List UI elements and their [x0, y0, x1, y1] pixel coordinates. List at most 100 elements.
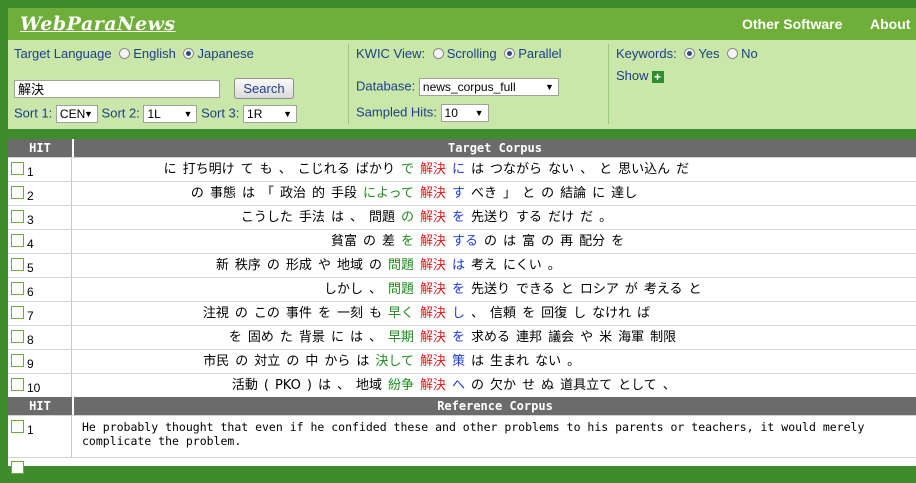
sort1-select[interactable]: CEN ▼	[55, 105, 98, 123]
keyword: 解決	[420, 282, 447, 297]
keyword: 解決	[420, 354, 447, 369]
context-word: 思い込ん	[618, 162, 671, 177]
context-word: から	[324, 354, 351, 369]
hit-checkbox[interactable]	[11, 162, 24, 175]
context-word: ぬ	[541, 378, 555, 393]
nav-about[interactable]: About	[870, 16, 910, 32]
hit-cell: 7	[8, 302, 72, 326]
sort3-value: 1R	[247, 107, 263, 121]
sort1-value: CEN	[59, 107, 86, 121]
context-word: 、	[368, 282, 382, 297]
context-word: 道具立て	[560, 378, 613, 393]
database-select[interactable]: news_corpus_full ▼	[418, 78, 559, 96]
hit-checkbox[interactable]	[11, 330, 24, 343]
radio-keywords-no[interactable]	[727, 48, 739, 59]
keyword-controls: Keywords: Yes No Show +	[610, 40, 916, 129]
keywords-row: Keywords: Yes No	[616, 46, 758, 61]
nav-other-software[interactable]: Other Software	[742, 16, 842, 32]
context-word: できる	[516, 282, 555, 297]
context-word: 市民	[203, 354, 230, 369]
hit-checkbox[interactable]	[11, 461, 24, 474]
hit-checkbox[interactable]	[11, 420, 24, 433]
target-language-row: Target Language English Japanese	[14, 46, 254, 61]
hit-checkbox[interactable]	[11, 354, 24, 367]
context-word: を	[452, 282, 466, 297]
context-word: 的	[312, 186, 326, 201]
sampled-hits-select[interactable]: 10 ▼	[440, 104, 489, 122]
context-word: こうした	[240, 210, 293, 225]
hit-number: 2	[27, 189, 34, 203]
keyword-and-right-context: 解決を先送り する だけだ。	[417, 208, 615, 228]
logo-link[interactable]: WebParaNews	[20, 13, 176, 35]
left-context: 貧富の差を	[74, 232, 417, 252]
keyword: 解決	[420, 258, 447, 273]
hit-checkbox[interactable]	[11, 258, 24, 271]
context-word: 、	[368, 330, 382, 345]
context-word: が	[624, 282, 638, 297]
context-word: 固め	[247, 330, 274, 345]
context-word: は	[241, 186, 255, 201]
search-controls: Target Language English Japanese 解決 Sear…	[8, 40, 348, 129]
context-word: の	[368, 258, 382, 273]
context-word: なけれ	[592, 306, 632, 321]
keyword-and-right-context: 解決 するのは富の再配分を	[417, 232, 627, 252]
context-word: 対立	[254, 354, 281, 369]
context-word: ロシア	[579, 282, 619, 297]
radio-parallel[interactable]	[504, 48, 516, 59]
context-word: と	[560, 282, 574, 297]
context-word: の	[235, 354, 249, 369]
left-context: に打ち明けても、こじれる ばかりで	[74, 160, 417, 180]
hit-checkbox[interactable]	[11, 210, 24, 223]
context-word: にくい	[503, 258, 542, 273]
hit-checkbox[interactable]	[11, 378, 24, 391]
database-row: Database: news_corpus_full ▼	[356, 78, 559, 96]
chevron-down-icon: ▼	[183, 109, 193, 119]
hit-checkbox[interactable]	[11, 306, 24, 319]
hit-checkbox[interactable]	[11, 186, 24, 199]
radio-japanese[interactable]	[183, 48, 195, 59]
keyword: 解決	[420, 234, 447, 249]
context-word: 「	[260, 186, 274, 201]
context-word: す	[452, 186, 466, 201]
radio-scrolling[interactable]	[432, 48, 444, 59]
context-word: の	[541, 186, 555, 201]
context-word: 問題	[387, 282, 414, 297]
search-input[interactable]: 解決	[14, 80, 220, 98]
context-word: する	[516, 210, 543, 225]
context-word: 事態	[209, 186, 236, 201]
hit-number: 1	[27, 423, 34, 437]
show-toggle[interactable]: Show +	[616, 68, 664, 83]
context-word: 政治	[279, 186, 306, 201]
radio-english-label: English	[133, 46, 176, 61]
sort2-select[interactable]: 1L ▼	[143, 105, 198, 123]
target-corpus-title: Target Corpus	[448, 141, 542, 155]
table-row: 10 活動(PKO) は、地域 紛争 解決への欠かせぬ道具立て として、	[8, 373, 916, 398]
context-word: を	[452, 330, 466, 345]
context-word: 一刻	[336, 306, 363, 321]
hit-number: 9	[27, 357, 34, 371]
sampled-hits-row: Sampled Hits: 10 ▼	[356, 104, 489, 122]
plus-icon[interactable]: +	[651, 71, 664, 83]
sort3-select[interactable]: 1R ▼	[243, 105, 298, 123]
context-word: も	[259, 162, 273, 177]
context-word: 中	[305, 354, 319, 369]
radio-parallel-label: Parallel	[518, 46, 562, 61]
context-word: や	[580, 330, 594, 345]
context-word: PKO	[274, 378, 301, 393]
left-context: こうした 手法は、問題の	[74, 208, 417, 228]
table-row: 9 市民の対立の中からは決して 解決策は生まれ ない。	[8, 349, 916, 374]
keywords-label: Keywords:	[616, 46, 677, 61]
context-word: 富	[522, 234, 536, 249]
context-word: の	[484, 234, 498, 249]
hit-checkbox[interactable]	[11, 282, 24, 295]
hit-checkbox[interactable]	[11, 234, 24, 247]
keyword-and-right-context: 解決策は生まれ ない。	[417, 352, 583, 372]
search-button[interactable]: Search	[234, 78, 294, 99]
context-word: へ	[452, 378, 466, 393]
radio-english[interactable]	[119, 48, 131, 59]
sampled-hits-value: 10	[444, 106, 458, 120]
radio-keywords-yes[interactable]	[684, 48, 696, 59]
context-word: だけ	[548, 210, 575, 225]
context-word: 欠か	[490, 378, 517, 393]
radio-keywords-yes-label: Yes	[698, 46, 720, 61]
